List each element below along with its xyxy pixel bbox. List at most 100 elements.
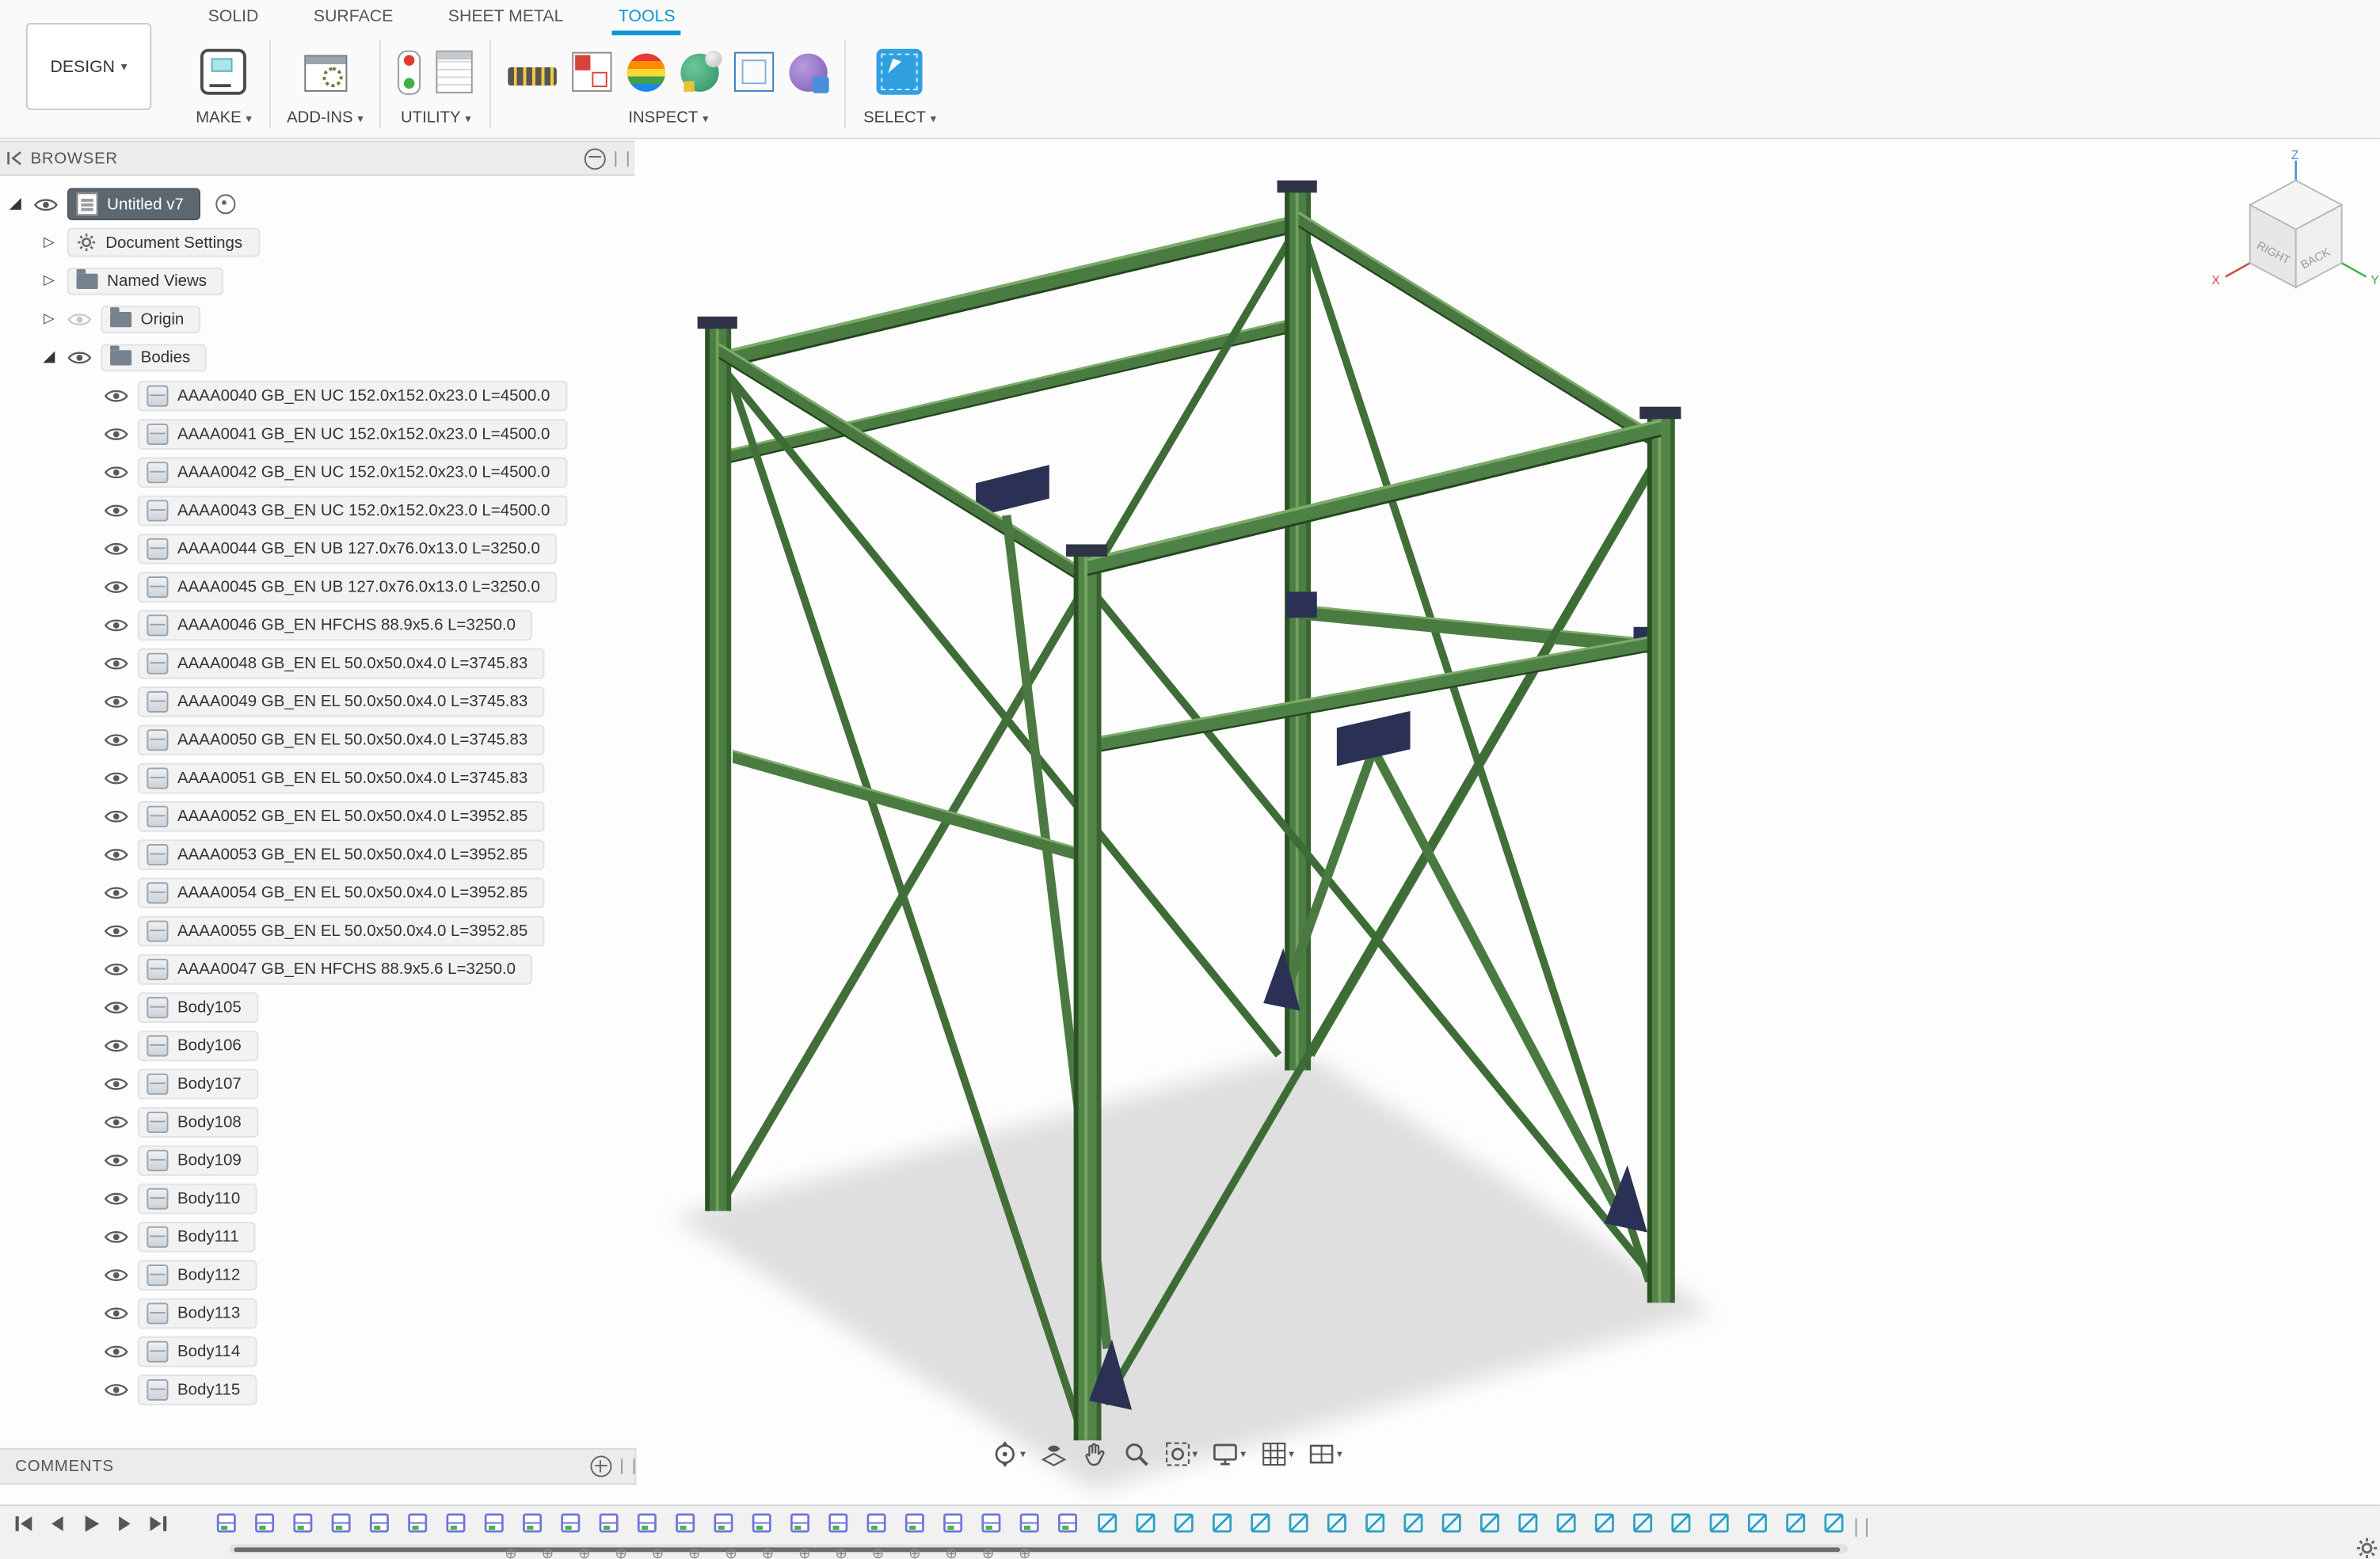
feature-icon[interactable] bbox=[941, 1511, 965, 1535]
timeline-drag-handle[interactable] bbox=[1856, 1519, 1868, 1537]
visibility-eye-icon[interactable] bbox=[104, 961, 128, 976]
tree-row-root[interactable]: ◢ Untitled v7 bbox=[6, 185, 635, 223]
body-row[interactable]: AAAA0044 GB_EN UB 127.0x76.0x13.0 L=3250… bbox=[104, 529, 634, 567]
step-forward-icon[interactable] bbox=[113, 1512, 136, 1535]
body-row[interactable]: AAAA0045 GB_EN UB 127.0x76.0x13.0 L=3250… bbox=[104, 567, 634, 605]
feature-icon[interactable] bbox=[482, 1511, 506, 1535]
timeline-group-marker[interactable]: ⊕ bbox=[578, 1547, 615, 1559]
feature-icon[interactable] bbox=[596, 1511, 621, 1535]
body-row[interactable]: AAAA0054 GB_EN EL 50.0x50.0x4.0 L=3952.8… bbox=[104, 873, 634, 911]
timeline-group-marker[interactable]: ⊕ bbox=[652, 1547, 688, 1559]
fit-button[interactable]: ▾ bbox=[1160, 1437, 1201, 1470]
feature-alt-icon[interactable] bbox=[1478, 1511, 1502, 1535]
grid-button[interactable]: ▾ bbox=[1257, 1437, 1297, 1470]
pan-button[interactable] bbox=[1078, 1437, 1111, 1470]
visibility-eye-icon[interactable] bbox=[104, 617, 128, 632]
tree-row-origin[interactable]: ▷ Origin bbox=[40, 300, 634, 338]
tab-solid[interactable]: SOLID bbox=[202, 5, 265, 36]
visibility-eye-icon[interactable] bbox=[104, 464, 128, 479]
feature-icon[interactable] bbox=[979, 1511, 1003, 1535]
orbit-button[interactable]: ▾ bbox=[988, 1437, 1029, 1470]
feature-icon[interactable] bbox=[291, 1511, 315, 1535]
pan-icon[interactable] bbox=[1080, 1440, 1108, 1468]
group-make-label[interactable]: MAKE▾ bbox=[196, 108, 252, 127]
display-button[interactable]: ▾ bbox=[1209, 1437, 1249, 1470]
feature-icon[interactable] bbox=[673, 1511, 698, 1535]
panel-drag-handle[interactable] bbox=[621, 1458, 634, 1473]
panel-minimize-icon[interactable] bbox=[585, 147, 606, 169]
feature-icon[interactable] bbox=[367, 1511, 391, 1535]
visibility-eye-icon[interactable] bbox=[104, 1267, 128, 1282]
curvature-analysis-icon[interactable] bbox=[681, 53, 719, 91]
feature-alt-icon[interactable] bbox=[1210, 1511, 1235, 1535]
timeline-group-marker[interactable]: ⊕ bbox=[945, 1547, 981, 1559]
timeline-group-marker[interactable]: ⊕ bbox=[505, 1547, 541, 1559]
panel-expand-icon[interactable] bbox=[590, 1456, 611, 1477]
feature-icon[interactable] bbox=[826, 1511, 851, 1535]
scripts-addins-icon[interactable] bbox=[303, 55, 346, 92]
feature-alt-icon[interactable] bbox=[1784, 1511, 1808, 1535]
feature-alt-icon[interactable] bbox=[1248, 1511, 1273, 1535]
feature-alt-icon[interactable] bbox=[1516, 1511, 1540, 1535]
feature-alt-icon[interactable] bbox=[1631, 1511, 1655, 1535]
visibility-eye-icon[interactable] bbox=[104, 1037, 128, 1052]
feature-icon[interactable] bbox=[749, 1511, 774, 1535]
timeline-group-marker[interactable]: ⊕ bbox=[542, 1547, 578, 1559]
visibility-eye-icon[interactable] bbox=[104, 922, 128, 937]
skip-end-icon[interactable] bbox=[147, 1512, 169, 1535]
feature-icon[interactable] bbox=[444, 1511, 468, 1535]
comments-panel[interactable]: COMMENTS bbox=[0, 1448, 636, 1485]
feature-alt-icon[interactable] bbox=[1324, 1511, 1349, 1535]
body-row[interactable]: AAAA0051 GB_EN EL 50.0x50.0x4.0 L=3745.8… bbox=[104, 759, 634, 797]
body-row[interactable]: Body115 bbox=[104, 1370, 634, 1408]
body-row[interactable]: AAAA0048 GB_EN EL 50.0x50.0x4.0 L=3745.8… bbox=[104, 644, 634, 682]
tree-row-named-views[interactable]: ▷ Named Views bbox=[40, 261, 634, 299]
feature-alt-icon[interactable] bbox=[1286, 1511, 1311, 1535]
look-at-button[interactable] bbox=[1036, 1437, 1069, 1470]
root-document-pill[interactable]: Untitled v7 bbox=[67, 188, 200, 221]
activate-component-radio[interactable] bbox=[215, 194, 235, 214]
select-window-icon[interactable] bbox=[877, 49, 923, 95]
visibility-eye-icon[interactable] bbox=[104, 1229, 128, 1244]
feature-icon[interactable] bbox=[329, 1511, 353, 1535]
visibility-eye-icon[interactable] bbox=[104, 541, 128, 556]
skip-start-icon[interactable] bbox=[12, 1512, 35, 1535]
visibility-eye-icon[interactable] bbox=[104, 502, 128, 517]
look-at-icon[interactable] bbox=[1039, 1440, 1067, 1468]
feature-alt-icon[interactable] bbox=[1439, 1511, 1464, 1535]
orbit-icon[interactable] bbox=[991, 1440, 1019, 1468]
timeline-group-marker[interactable]: ⊕ bbox=[982, 1547, 1019, 1559]
body-row[interactable]: AAAA0049 GB_EN EL 50.0x50.0x4.0 L=3745.8… bbox=[104, 682, 634, 720]
feature-icon[interactable] bbox=[711, 1511, 736, 1535]
visibility-eye-icon[interactable] bbox=[104, 999, 128, 1014]
interference-icon[interactable] bbox=[790, 53, 828, 91]
body-row[interactable]: Body114 bbox=[104, 1332, 634, 1370]
visibility-eye-icon[interactable] bbox=[33, 196, 58, 211]
feature-icon[interactable] bbox=[558, 1511, 583, 1535]
feature-alt-icon[interactable] bbox=[1592, 1511, 1616, 1535]
timeline-group-marker[interactable]: ⊕ bbox=[1019, 1547, 1055, 1559]
feature-alt-icon[interactable] bbox=[1707, 1511, 1731, 1535]
visibility-eye-icon[interactable] bbox=[104, 770, 128, 785]
body-row[interactable]: AAAA0043 GB_EN UC 152.0x152.0x23.0 L=450… bbox=[104, 491, 634, 529]
section-box-icon[interactable] bbox=[735, 52, 775, 92]
expand-triangle-icon[interactable]: ◢ bbox=[6, 196, 25, 211]
group-select-label[interactable]: SELECT▾ bbox=[863, 108, 936, 127]
feature-alt-icon[interactable] bbox=[1095, 1511, 1120, 1535]
timeline-group-marker[interactable]: ⊕ bbox=[908, 1547, 945, 1559]
feature-icon[interactable] bbox=[214, 1511, 238, 1535]
body-row[interactable]: Body105 bbox=[104, 988, 634, 1026]
visibility-eye-icon[interactable] bbox=[104, 1152, 128, 1167]
feature-alt-icon[interactable] bbox=[1554, 1511, 1578, 1535]
body-row[interactable]: Body110 bbox=[104, 1179, 634, 1217]
body-row[interactable]: AAAA0042 GB_EN UC 152.0x152.0x23.0 L=450… bbox=[104, 453, 634, 491]
feature-alt-icon[interactable] bbox=[1363, 1511, 1388, 1535]
feature-alt-icon[interactable] bbox=[1822, 1511, 1846, 1535]
visibility-eye-icon[interactable] bbox=[104, 732, 128, 747]
body-row[interactable]: Body109 bbox=[104, 1141, 634, 1179]
feature-alt-icon[interactable] bbox=[1171, 1511, 1196, 1535]
feature-alt-icon[interactable] bbox=[1669, 1511, 1693, 1535]
feature-icon[interactable] bbox=[520, 1511, 545, 1535]
group-addins-label[interactable]: ADD-INS▾ bbox=[287, 108, 363, 127]
visibility-eye-icon[interactable] bbox=[104, 1305, 128, 1320]
